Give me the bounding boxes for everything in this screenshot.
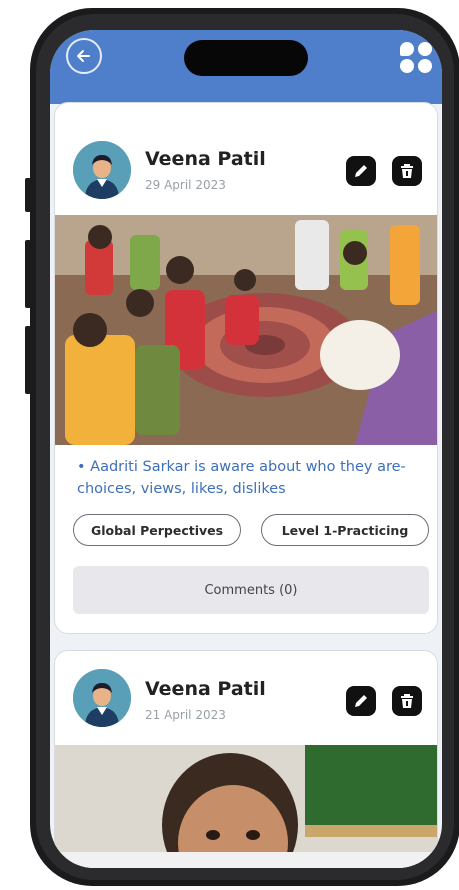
post-card: Veena Patil 29 April 2023 • Aadriti Sark…: [54, 102, 438, 634]
grid-menu-button[interactable]: [398, 38, 434, 74]
post-card: Veena Patil 21 April 2023: [54, 650, 438, 868]
post-photo: [55, 745, 437, 868]
post-description: • Aadriti Sarkar is aware about who they…: [77, 459, 406, 497]
trash-icon: [401, 164, 413, 178]
avatar: [73, 669, 131, 727]
child-photo: [55, 745, 437, 868]
post-feed: Veena Patil 29 April 2023 • Aadriti Sark…: [50, 102, 442, 868]
app-screen: Veena Patil 29 April 2023 • Aadriti Sark…: [50, 30, 442, 868]
classroom-photo: [55, 215, 437, 445]
avatar: [73, 141, 131, 199]
edit-button[interactable]: [346, 686, 376, 716]
trash-icon: [401, 694, 413, 708]
edit-button[interactable]: [346, 156, 376, 186]
delete-button[interactable]: [392, 686, 422, 716]
pencil-icon: [355, 165, 367, 177]
author-name: Veena Patil: [145, 678, 266, 700]
tag-chip[interactable]: Global Perpectives: [73, 514, 241, 546]
post-date: 21 April 2023: [145, 708, 226, 722]
author-name: Veena Patil: [145, 148, 266, 170]
comments-button[interactable]: Comments (0): [73, 566, 429, 614]
pencil-icon: [355, 695, 367, 707]
tag-chip[interactable]: Level 1-Practicing: [261, 514, 429, 546]
delete-button[interactable]: [392, 156, 422, 186]
back-button[interactable]: [66, 38, 102, 74]
top-bar: [50, 30, 442, 104]
back-arrow-icon: [77, 50, 90, 62]
home-indicator-area: [50, 852, 442, 868]
post-photo: [55, 215, 437, 445]
avatar-illustration: [73, 141, 131, 199]
post-date: 29 April 2023: [145, 178, 226, 192]
dynamic-island: [184, 40, 308, 76]
avatar-illustration: [73, 669, 131, 727]
